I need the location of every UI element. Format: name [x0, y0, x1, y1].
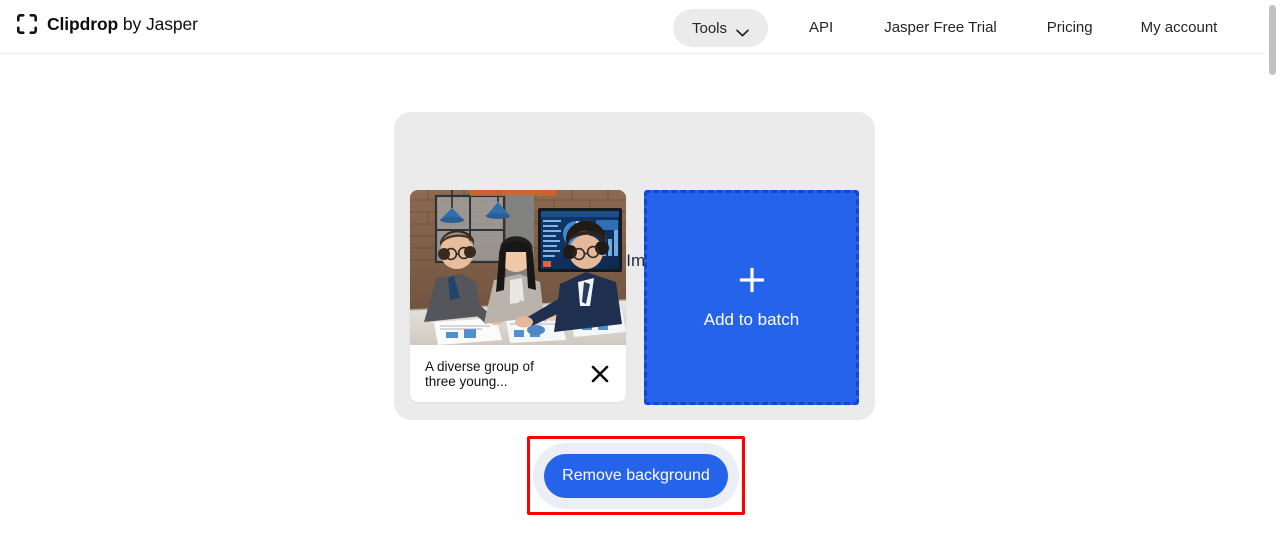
- nav-link-pricing[interactable]: Pricing: [1047, 9, 1093, 47]
- plus-icon: [738, 266, 766, 294]
- batch-item-caption: A diverse group of three young...: [425, 359, 559, 389]
- chevron-down-icon: [736, 24, 749, 32]
- clipdrop-bracket-logo-icon: [16, 13, 38, 35]
- batch-item[interactable]: A diverse group of three young...: [410, 190, 626, 402]
- nav-tools-label: Tools: [692, 20, 727, 37]
- nav-tools-dropdown[interactable]: Tools: [673, 9, 768, 47]
- brand-name-strong: Clipdrop: [47, 14, 118, 34]
- nav-link-api[interactable]: API: [809, 9, 833, 47]
- nav-link-jasper-free-trial[interactable]: Jasper Free Trial: [884, 9, 997, 47]
- brand-name-light: by Jasper: [118, 14, 198, 34]
- add-to-batch-label: Add to batch: [704, 310, 799, 330]
- site-header: Clipdrop by Jasper Tools API Jasper Free…: [0, 0, 1280, 54]
- primary-action-container: Remove background: [533, 443, 739, 509]
- main-navigation: Tools API Jasper Free Trial Pricing My a…: [673, 9, 1217, 47]
- batch-item-meta: A diverse group of three young...: [410, 345, 626, 402]
- nav-link-my-account[interactable]: My account: [1141, 9, 1218, 47]
- brand-logo-link[interactable]: Clipdrop by Jasper: [16, 13, 198, 35]
- batch-panel: 1 / 10 Images Clear: [394, 112, 875, 420]
- add-to-batch-tile[interactable]: Add to batch: [644, 190, 859, 405]
- close-x-icon[interactable]: [587, 361, 613, 387]
- page-scrollbar-thumb[interactable]: [1269, 5, 1276, 75]
- brand-name: Clipdrop by Jasper: [47, 14, 198, 35]
- batch-item-thumbnail: [410, 190, 626, 345]
- page-scrollbar-track[interactable]: [1265, 0, 1280, 542]
- remove-background-button[interactable]: Remove background: [544, 454, 728, 498]
